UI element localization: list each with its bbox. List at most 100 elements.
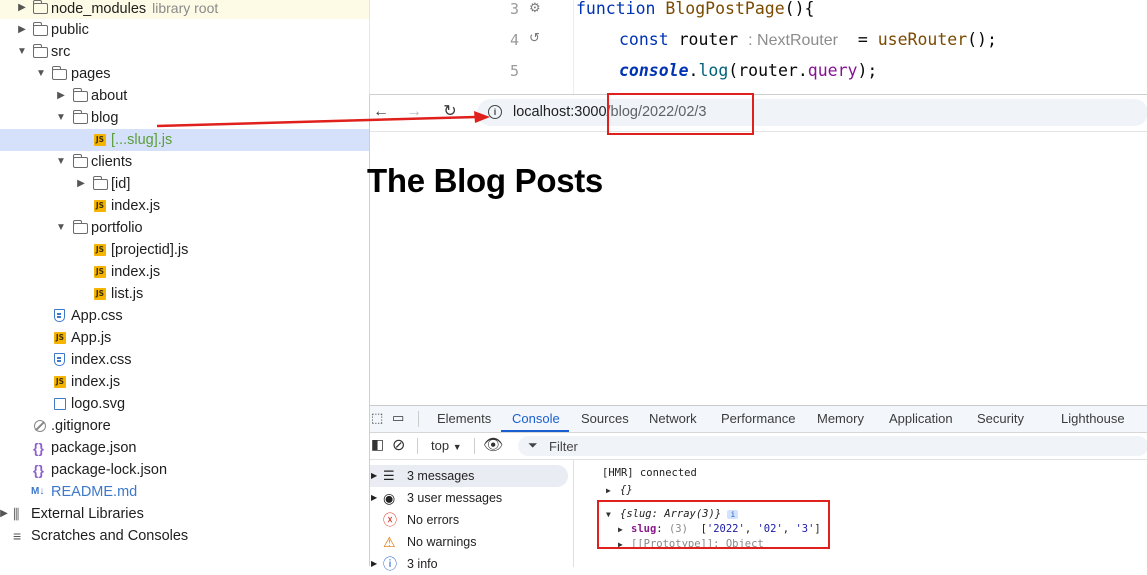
site-info-icon[interactable]: i	[488, 105, 502, 119]
tree-item-slug-js[interactable]: JS [...slug].js	[0, 129, 370, 151]
tree-item-label: [projectid].js	[111, 242, 189, 258]
chevron-right-icon: ▶	[371, 471, 378, 480]
code-line-3: function BlogPostPage(){	[576, 0, 814, 18]
tree-item-label: node_modules	[51, 1, 147, 17]
tree-item-src-index-js[interactable]: JS index.js	[0, 371, 370, 393]
tree-item-label: README.md	[51, 484, 138, 500]
chevron-right-icon[interactable]: ▶	[0, 503, 10, 525]
tab-elements[interactable]: Elements	[437, 411, 491, 426]
code-text: );	[857, 61, 878, 80]
tree-item-index-css[interactable]: index.css	[0, 349, 370, 371]
tree-item-logo-svg[interactable]: logo.svg	[0, 393, 370, 415]
sidebar-item-user-messages[interactable]: ▶ ◉ 3 user messages	[370, 487, 570, 509]
info-icon: ⓘ	[383, 556, 397, 572]
active-tab-indicator	[501, 430, 569, 432]
inspect-icon[interactable]: ⬚	[371, 410, 383, 426]
keyword: function	[576, 0, 656, 18]
chevron-right-icon[interactable]: ▶	[16, 0, 28, 19]
tab-memory[interactable]: Memory	[817, 411, 864, 426]
console-message: [HMR] connected	[602, 467, 697, 479]
tree-item-src[interactable]: ▼ src	[0, 41, 370, 63]
tree-item-gitignore[interactable]: .gitignore	[0, 415, 370, 437]
clear-console-icon[interactable]: ⊘	[392, 435, 405, 455]
tab-lighthouse[interactable]: Lighthouse	[1061, 411, 1125, 426]
sidebar-item-label: 3 user messages	[407, 491, 503, 505]
tab-application[interactable]: Application	[889, 411, 953, 426]
device-toggle-icon[interactable]: ▭	[392, 410, 404, 426]
chevron-down-icon[interactable]: ▼	[55, 107, 67, 129]
library-root-hint: library root	[152, 0, 219, 16]
js-file-icon: JS	[94, 266, 106, 278]
tab-security[interactable]: Security	[977, 411, 1024, 426]
console-object[interactable]: {}	[620, 484, 633, 496]
chevron-down-icon[interactable]: ▼	[55, 217, 67, 239]
forward-icon[interactable]: →	[403, 101, 425, 123]
sidebar-toggle-icon[interactable]: ◧	[371, 436, 384, 453]
context-selector[interactable]: top ▼	[431, 438, 462, 453]
tree-item-readme[interactable]: M↓ README.md	[0, 481, 370, 503]
sidebar-item-info[interactable]: ▶ ⓘ 3 info	[370, 553, 570, 575]
chevron-right-icon[interactable]: ▶	[55, 85, 67, 107]
tree-item-scratches[interactable]: ≡ Scratches and Consoles	[0, 525, 370, 547]
js-file-icon: JS	[54, 376, 66, 388]
folder-icon	[72, 110, 88, 124]
tree-item-public[interactable]: ▶ public	[0, 19, 370, 41]
tab-console[interactable]: Console	[512, 411, 560, 426]
error-icon: ⓧ	[383, 512, 397, 528]
tab-network[interactable]: Network	[649, 411, 697, 426]
gear-icon[interactable]: ⚙	[529, 0, 541, 16]
url-highlight-box	[607, 93, 754, 135]
tree-item-external-libraries[interactable]: ▶ ⫼ External Libraries	[0, 503, 370, 525]
sidebar-item-label: 3 messages	[407, 469, 475, 483]
tree-item-label: list.js	[111, 286, 144, 302]
sidebar-item-messages[interactable]: ▶ ☰ 3 messages	[370, 465, 568, 487]
tree-item-label: public	[51, 22, 89, 38]
usages-icon[interactable]: ↺	[529, 30, 540, 46]
ignore-file-icon	[34, 420, 46, 432]
js-file-icon: JS	[94, 200, 106, 212]
reload-icon[interactable]: ↻	[439, 101, 461, 123]
chevron-down-icon[interactable]: ▼	[16, 41, 28, 63]
filter-placeholder: Filter	[549, 439, 578, 454]
function-name: BlogPostPage	[665, 0, 785, 18]
tree-item-projectid-js[interactable]: JS [projectid].js	[0, 239, 370, 261]
folder-icon	[72, 220, 88, 234]
eye-icon[interactable]: 👁	[483, 435, 503, 455]
tree-item-app-js[interactable]: JS App.js	[0, 327, 370, 349]
tree-item-app-css[interactable]: App.css	[0, 305, 370, 327]
tree-item-clients-index-js[interactable]: JS index.js	[0, 195, 370, 217]
tree-item-about[interactable]: ▶ about	[0, 85, 370, 107]
tab-sources[interactable]: Sources	[581, 411, 629, 426]
tree-item-package-json[interactable]: {} package.json	[0, 437, 370, 459]
tree-item-label: [...slug].js	[111, 132, 173, 148]
js-file-icon: JS	[54, 332, 66, 344]
chevron-right-icon[interactable]: ▶	[75, 173, 87, 195]
tree-item-node-modules[interactable]: ▶ node_modules library root	[0, 0, 370, 19]
tree-item-list-js[interactable]: JS list.js	[0, 283, 370, 305]
sidebar-item-label: No warnings	[407, 535, 477, 549]
tree-item-portfolio[interactable]: ▼ portfolio	[0, 217, 370, 239]
back-icon[interactable]: ←	[370, 101, 392, 123]
tree-item-pages[interactable]: ▼ pages	[0, 63, 370, 85]
divider	[418, 411, 419, 427]
code-text: =	[837, 30, 878, 49]
sidebar-item-warnings[interactable]: ⚠ No warnings	[370, 531, 570, 553]
chevron-down-icon[interactable]: ▼	[35, 63, 47, 85]
code-editor[interactable]: 3 ⚙ 4 ↺ 5 function BlogPostPage(){ const…	[369, 0, 1147, 95]
filter-input[interactable]: ⏷ Filter	[518, 436, 1147, 456]
sidebar-item-errors[interactable]: ⓧ No errors	[370, 509, 570, 531]
chevron-right-icon[interactable]: ▶	[16, 19, 28, 41]
tab-performance[interactable]: Performance	[721, 411, 795, 426]
tree-item-label: .gitignore	[51, 418, 111, 434]
expand-triangle-icon[interactable]: ▶	[606, 486, 611, 495]
markdown-file-icon: M↓	[31, 486, 45, 497]
tree-item-id[interactable]: ▶ [id]	[0, 173, 370, 195]
tree-item-package-lock-json[interactable]: {} package-lock.json	[0, 459, 370, 481]
json-file-icon: {}	[33, 440, 44, 456]
chevron-down-icon[interactable]: ▼	[55, 151, 67, 173]
tree-item-clients[interactable]: ▼ clients	[0, 151, 370, 173]
console-sidebar: ▶ ☰ 3 messages ▶ ◉ 3 user messages ⓧ No …	[370, 460, 574, 572]
js-file-icon: JS	[94, 244, 106, 256]
tree-item-blog[interactable]: ▼ blog	[0, 107, 370, 129]
tree-item-portfolio-index-js[interactable]: JS index.js	[0, 261, 370, 283]
